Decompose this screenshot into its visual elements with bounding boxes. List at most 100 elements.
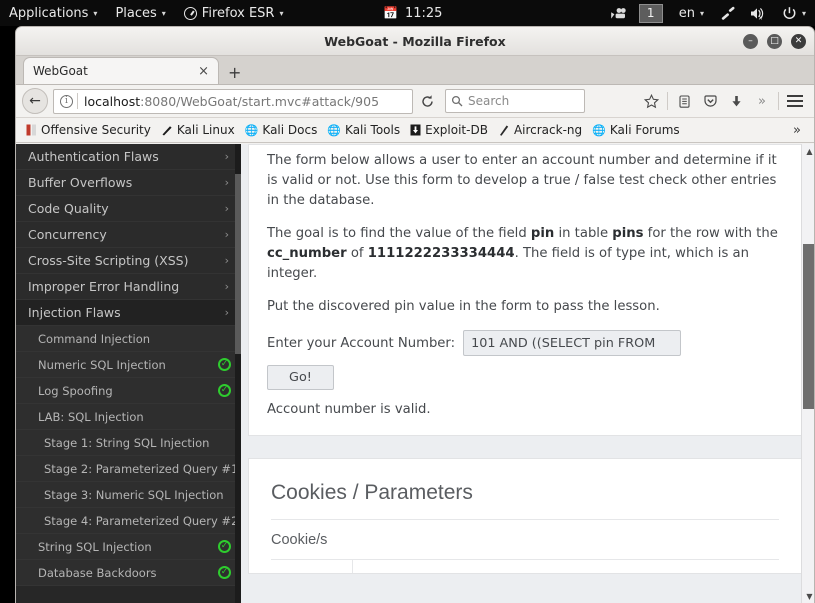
bookmarks-overflow-button[interactable]: »	[793, 123, 809, 138]
tab-strip: WebGoat × +	[16, 56, 814, 85]
toolbar-separator	[778, 92, 779, 110]
page-scrollbar-thumb[interactable]	[803, 244, 814, 409]
calendar-icon: 📅	[383, 6, 398, 20]
sidebar-lesson-stage-3[interactable]: Stage 3: Numeric SQL Injection	[16, 482, 241, 508]
workspace-switcher[interactable]: 1	[638, 3, 663, 23]
url-separator	[77, 93, 78, 109]
cc-number-value: 1111222233334444	[367, 246, 515, 262]
goal-text-c: in table	[554, 226, 613, 242]
lesson-content-column: The form below allows a user to enter an…	[241, 144, 814, 603]
account-form-row: Enter your Account Number: 101 AND ((SEL…	[267, 330, 783, 357]
new-tab-button[interactable]: +	[219, 65, 250, 84]
globe-icon: 🌐	[327, 123, 342, 137]
scroll-up-arrow-icon[interactable]: ▲	[802, 144, 814, 159]
volume-muted-icon[interactable]: x	[743, 6, 773, 21]
firefox-menu-label: Firefox ESR	[201, 5, 275, 21]
network-icon[interactable]	[713, 6, 743, 21]
info-icon[interactable]: i	[60, 94, 73, 108]
places-menu[interactable]: Places ▾	[106, 0, 174, 26]
firefox-icon	[183, 6, 197, 20]
keyboard-layout-menu[interactable]: en ▾	[670, 0, 713, 26]
screencast-icon[interactable]	[604, 7, 632, 20]
field-cc-number: cc_number	[267, 246, 347, 262]
toolbar-separator	[667, 92, 668, 110]
power-menu[interactable]: ▾	[773, 0, 815, 26]
sidebar-lesson-label: String SQL Injection	[38, 539, 152, 554]
pocket-icon[interactable]	[697, 88, 723, 114]
close-button[interactable]: ✕	[791, 34, 806, 49]
sidebar-category-injection-flaws[interactable]: Injection Flaws ›	[16, 300, 241, 326]
bookmark-kali-linux[interactable]: Kali Linux	[156, 119, 240, 141]
search-input[interactable]: Search	[445, 89, 585, 113]
account-number-label: Enter your Account Number:	[267, 335, 456, 351]
sidebar-category-code-quality[interactable]: Code Quality ›	[16, 196, 241, 222]
sidebar-category-authentication-flaws[interactable]: Authentication Flaws ›	[16, 144, 241, 170]
sidebar-lesson-database-backdoors[interactable]: Database Backdoors ✓	[16, 560, 241, 586]
firefox-menu[interactable]: Firefox ESR ▾	[175, 0, 293, 26]
chevron-right-icon: ›	[224, 254, 229, 267]
sidebar-lesson-label: Command Injection	[38, 331, 151, 346]
sidebar-lesson-string-sql-injection[interactable]: String SQL Injection ✓	[16, 534, 241, 560]
reload-icon	[421, 94, 433, 107]
sidebar-lesson-label: Stage 2: Parameterized Query #1	[44, 461, 239, 476]
table-pins: pins	[612, 226, 644, 242]
bookmark-kali-tools[interactable]: 🌐 Kali Tools	[322, 119, 405, 141]
url-host: localhost	[84, 93, 141, 109]
globe-icon: 🌐	[244, 123, 259, 137]
aircrack-icon	[499, 125, 509, 136]
chevron-down-icon: ▾	[801, 9, 806, 18]
hamburger-menu-icon[interactable]	[782, 88, 808, 114]
clock-label: 11:25	[404, 5, 443, 21]
chevron-right-icon: ›	[224, 228, 229, 241]
sidebar-lesson-stage-4[interactable]: Stage 4: Parameterized Query #2	[16, 508, 241, 534]
sidebar-lesson-stage-1[interactable]: Stage 1: String SQL Injection	[16, 430, 241, 456]
sidebar-lesson-log-spoofing[interactable]: Log Spoofing ✓	[16, 378, 241, 404]
places-menu-label: Places	[115, 5, 157, 21]
cookie-table-cell	[271, 560, 353, 574]
chevron-right-icon: ›	[224, 176, 229, 189]
bookmark-offensive-security[interactable]: Offensive Security	[21, 119, 156, 141]
bookmark-exploit-db[interactable]: Exploit-DB	[405, 119, 493, 141]
sidebar-category-improper-error-handling[interactable]: Improper Error Handling ›	[16, 274, 241, 300]
sidebar-lesson-label: LAB: SQL Injection	[38, 409, 144, 424]
reload-button[interactable]	[415, 89, 439, 113]
chevron-double-right-icon[interactable]: »	[749, 88, 775, 114]
chevron-down-icon: ▾	[161, 9, 166, 18]
cookies-parameters-panel: Cookies / Parameters Cookie/s	[248, 458, 802, 575]
star-icon[interactable]	[638, 88, 664, 114]
account-number-input[interactable]: 101 AND ((SELECT pin FROM	[463, 330, 682, 357]
scroll-down-arrow-icon[interactable]: ▼	[802, 589, 814, 603]
sidebar-lesson-stage-2[interactable]: Stage 2: Parameterized Query #1	[16, 456, 241, 482]
sidebar-lesson-command-injection[interactable]: Command Injection	[16, 326, 241, 352]
applications-menu[interactable]: Applications ▾	[0, 0, 106, 26]
reader-list-icon[interactable]	[671, 88, 697, 114]
maximize-button[interactable]: □	[767, 34, 782, 49]
sidebar-category-buffer-overflows[interactable]: Buffer Overflows ›	[16, 170, 241, 196]
cookie-table-row	[271, 559, 779, 574]
sidebar-lesson-lab-sql-injection[interactable]: LAB: SQL Injection	[16, 404, 241, 430]
goal-text-g: of	[346, 246, 368, 262]
sidebar-category-cross-site-scripting[interactable]: Cross-Site Scripting (XSS) ›	[16, 248, 241, 274]
download-arrow-icon[interactable]	[723, 88, 749, 114]
bookmark-kali-docs[interactable]: 🌐 Kali Docs	[240, 119, 323, 141]
url-bar[interactable]: i localhost:8080/WebGoat/start.mvc#attac…	[53, 88, 413, 114]
sidebar-category-concurrency[interactable]: Concurrency ›	[16, 222, 241, 248]
back-button[interactable]: ←	[22, 88, 48, 114]
power-icon	[783, 6, 796, 19]
sidebar-lesson-label: Stage 3: Numeric SQL Injection	[44, 487, 224, 502]
lesson-panel: The form below allows a user to enter an…	[248, 144, 802, 437]
tab-webgoat[interactable]: WebGoat ×	[23, 57, 219, 84]
bookmark-aircrack-ng[interactable]: Aircrack-ng	[493, 119, 587, 141]
sidebar-lesson-label: Stage 4: Parameterized Query #2	[44, 513, 239, 528]
cookies-parameters-title: Cookies / Parameters	[271, 481, 779, 521]
window-title: WebGoat - Mozilla Firefox	[324, 33, 506, 49]
panel-clock[interactable]: 📅 11:25	[383, 0, 442, 26]
go-button[interactable]: Go!	[267, 365, 334, 391]
globe-icon: 🌐	[592, 123, 606, 137]
page-scrollbar[interactable]: ▲ ▼	[801, 144, 814, 603]
bookmark-kali-forums[interactable]: 🌐 Kali Forums	[587, 119, 685, 141]
tab-close-icon[interactable]: ×	[192, 64, 209, 79]
sidebar-lesson-numeric-sql-injection[interactable]: Numeric SQL Injection ✓	[16, 352, 241, 378]
chevron-down-icon: ▾	[279, 9, 284, 18]
minimize-button[interactable]: –	[743, 34, 758, 49]
